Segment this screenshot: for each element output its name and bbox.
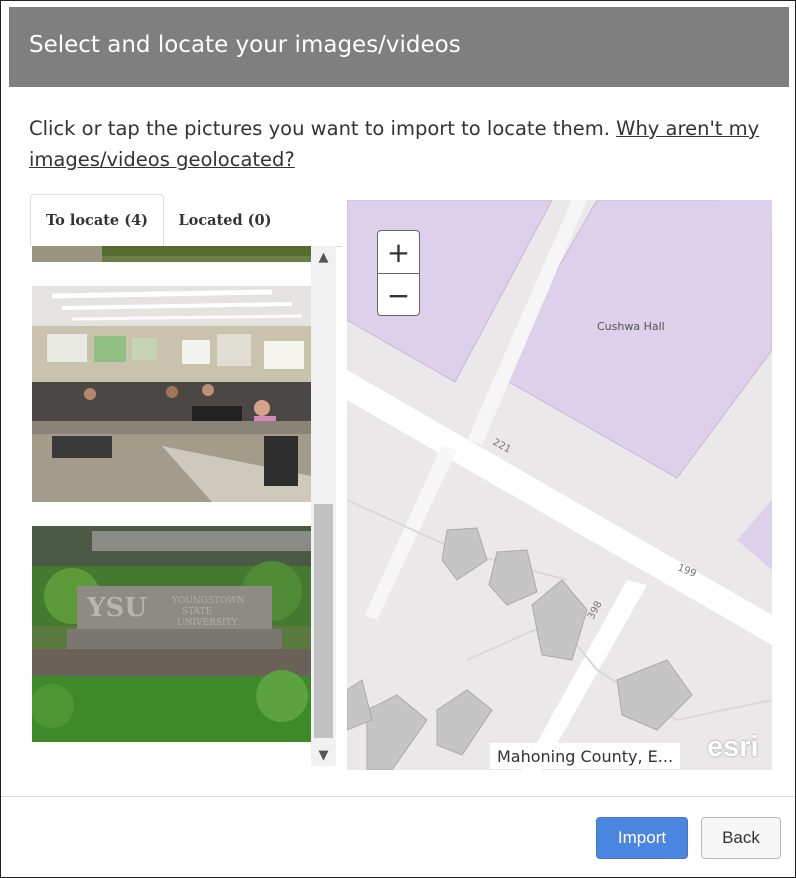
zoom-in-button[interactable]: + [378, 231, 419, 273]
sign-line-1: YOUNGSTOWN [171, 596, 245, 606]
photo-list: YSU YOUNGSTOWN STATE UNIVERSITY [32, 246, 311, 766]
sign-line-3: UNIVERSITY [177, 618, 239, 628]
photo-computer-lab[interactable] [32, 286, 311, 502]
zoom-control: + − [377, 230, 420, 316]
sign-line-2: STATE [182, 607, 212, 617]
map-attribution[interactable]: Mahoning County, E... [490, 743, 681, 769]
dialog-title: Select and locate your images/videos [29, 32, 461, 58]
instructions: Click or tap the pictures you want to im… [29, 113, 779, 175]
esri-logo: esri [707, 731, 759, 763]
import-button[interactable]: Import [596, 817, 688, 859]
instruction-text: Click or tap the pictures you want to im… [29, 117, 617, 140]
photo-partial[interactable] [32, 246, 311, 262]
map-view[interactable]: Cushwa Hall 221 199 398 + − Mahoning Cou… [347, 200, 772, 770]
map-building-label: Cushwa Hall [597, 320, 665, 333]
scroll-up-icon[interactable]: ▲ [311, 248, 336, 266]
footer-divider [1, 796, 795, 797]
photo-tabs: To locate (4) Located (0) [30, 194, 342, 247]
photo-list-scrollbar[interactable]: ▲ ▼ [311, 246, 336, 766]
scroll-down-icon[interactable]: ▼ [311, 746, 336, 764]
tab-to-locate[interactable]: To locate (4) [30, 194, 164, 247]
zoom-out-button[interactable]: − [378, 274, 419, 316]
sign-logo-text: YSU [86, 593, 147, 623]
back-button[interactable]: Back [701, 817, 781, 859]
dialog-header: Select and locate your images/videos [9, 7, 789, 87]
scroll-thumb[interactable] [314, 504, 333, 738]
import-dialog: Select and locate your images/videos Cli… [0, 0, 796, 878]
tab-located[interactable]: Located (0) [172, 194, 278, 246]
photo-ysu-sign[interactable]: YSU YOUNGSTOWN STATE UNIVERSITY [32, 526, 311, 742]
